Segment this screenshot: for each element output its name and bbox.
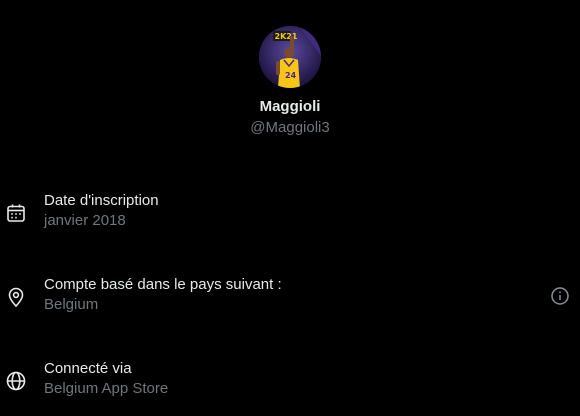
info-row-value: Belgium: [44, 296, 99, 313]
info-row-text: Compte basé dans le pays suivant : Belgi…: [44, 275, 282, 315]
display-name: Maggioli: [259, 98, 321, 115]
location-pin-icon: [5, 286, 27, 308]
info-row-country: Compte basé dans le pays suivant : Belgi…: [0, 275, 580, 319]
info-row-value: janvier 2018: [44, 212, 126, 229]
globe-icon: [5, 370, 27, 392]
info-row-text: Connecté via Belgium App Store: [44, 359, 168, 399]
info-row-value: Belgium App Store: [44, 380, 169, 397]
svg-text:2K21: 2K21: [275, 32, 298, 41]
info-row-join-date: Date d'inscription janvier 2018: [0, 191, 580, 235]
info-row-text: Date d'inscription janvier 2018: [44, 191, 159, 231]
avatar[interactable]: 2K21 24: [259, 26, 321, 88]
profile-header: 2K21 24 Maggioli @Maggioli3: [0, 0, 580, 138]
svg-text:24: 24: [285, 71, 297, 80]
info-row-label: Connecté via: [44, 360, 132, 377]
info-row-label: Date d'inscription: [44, 192, 159, 209]
info-icon[interactable]: [550, 286, 570, 306]
info-row-label: Compte basé dans le pays suivant :: [44, 276, 282, 293]
calendar-icon: [5, 202, 27, 224]
avatar-image: 2K21 24: [259, 26, 321, 88]
info-row-connected-via: Connecté via Belgium App Store: [0, 359, 580, 403]
user-handle: @Maggioli3: [250, 119, 330, 136]
